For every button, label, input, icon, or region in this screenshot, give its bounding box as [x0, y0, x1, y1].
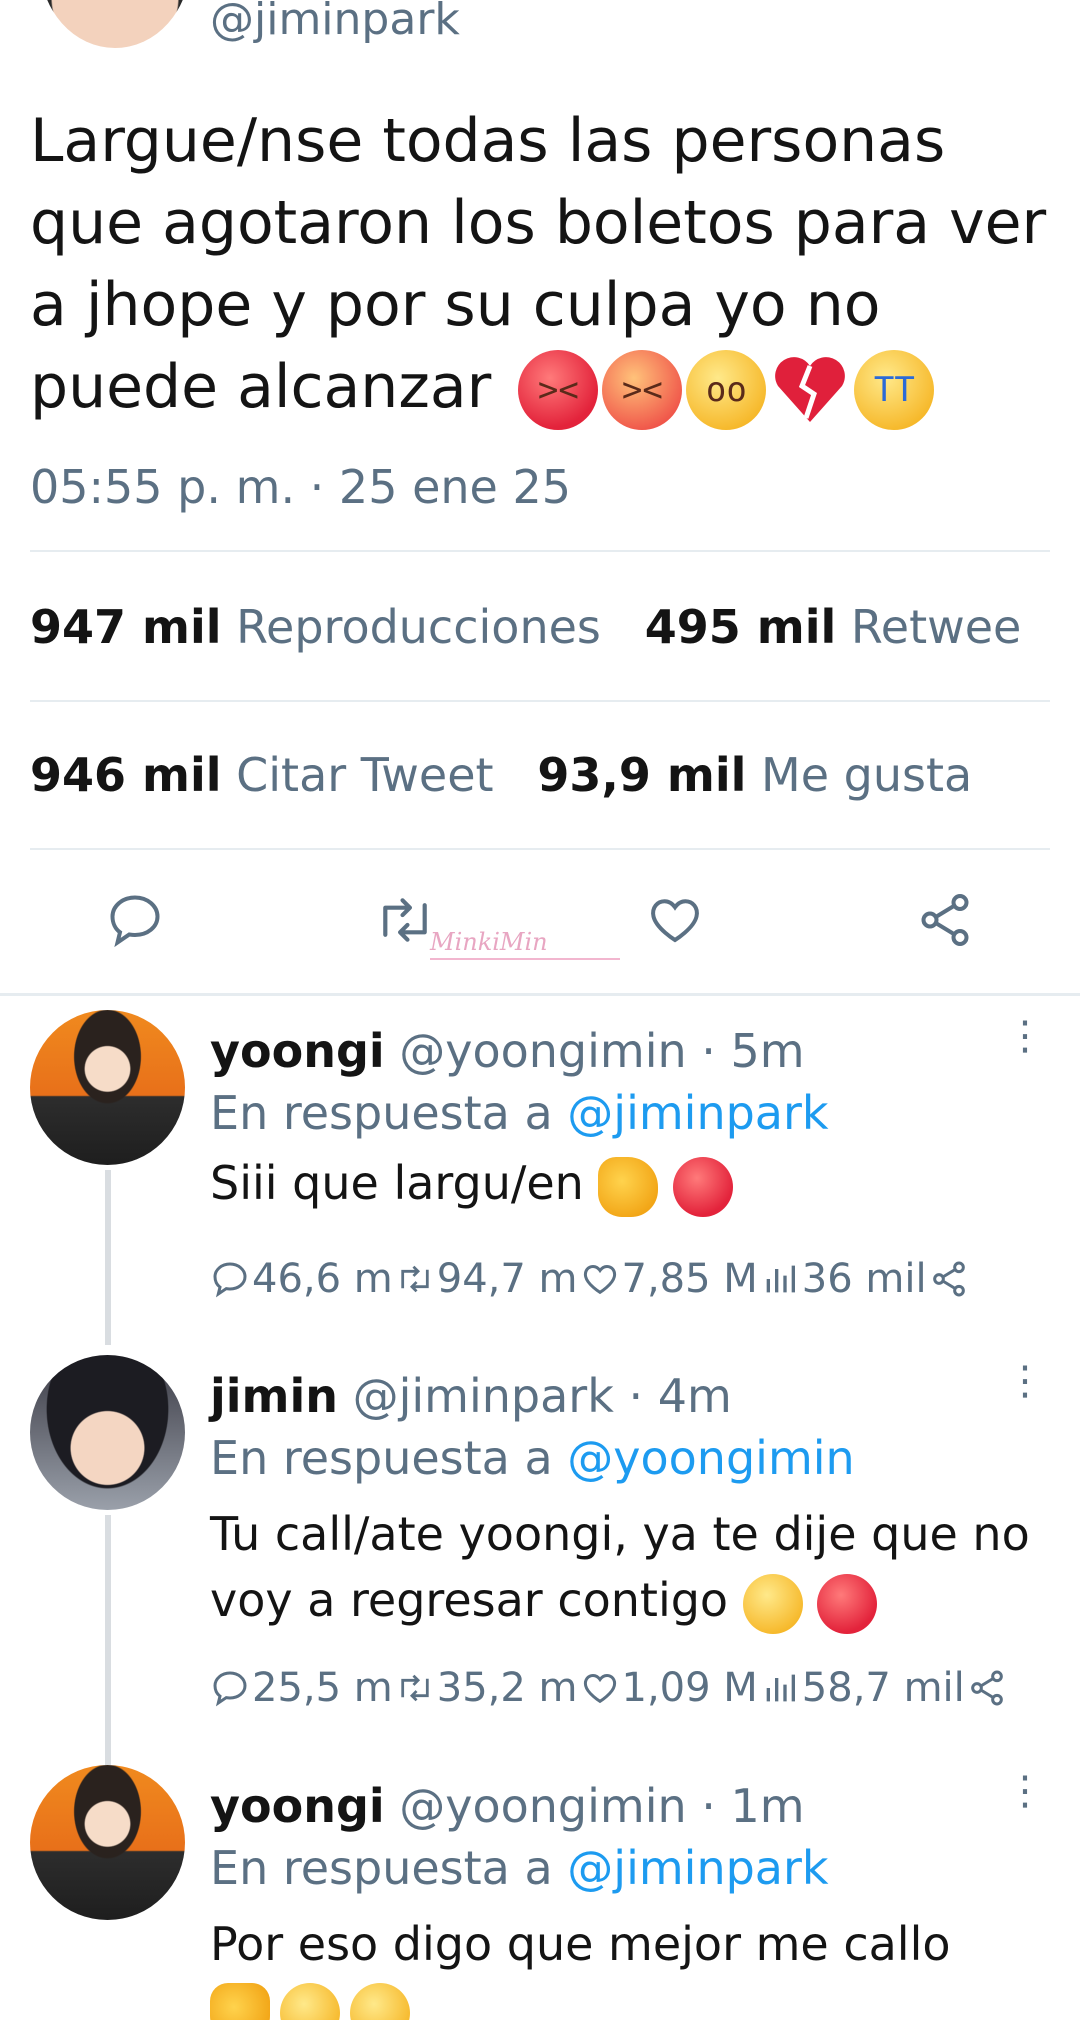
mention-link[interactable]: @jiminpark — [567, 1086, 828, 1140]
reply-header: yoongi @yoongimin · 1m — [210, 1779, 805, 1833]
unamused-face-emoji-icon — [742, 1573, 803, 1634]
share-icon[interactable] — [967, 1668, 1007, 1708]
share-icon[interactable] — [929, 1259, 969, 1299]
user-handle[interactable]: @yoongimin · 1m — [399, 1779, 804, 1833]
fist-emoji-icon — [598, 1156, 659, 1217]
reply-count: 25,5 m — [252, 1665, 393, 1711]
likes-label[interactable]: Me gusta — [761, 748, 972, 802]
tweet-body: Largue/nse todas las personas que agotar… — [30, 100, 1060, 431]
divider — [30, 848, 1050, 850]
like-button[interactable] — [635, 880, 715, 960]
retweet-count: 94,7 m — [436, 1256, 578, 1302]
reply-emojis — [210, 1983, 410, 2020]
view-count: 36 mil — [801, 1256, 927, 1302]
reply-header: jimin @jiminpark · 4m — [210, 1369, 732, 1423]
display-name[interactable]: yoongi — [210, 1779, 385, 1833]
display-name[interactable]: jimin — [210, 1369, 338, 1423]
heart-icon — [651, 899, 699, 943]
avatar[interactable] — [30, 1010, 185, 1165]
avatar[interactable] — [30, 1355, 185, 1510]
angry-face-emoji-icon: >< — [518, 350, 599, 431]
views-count: 947 mil — [30, 600, 222, 654]
retweets-count: 495 mil — [644, 600, 837, 654]
relieved-face-emoji-icon — [280, 1983, 340, 2020]
quotes-label[interactable]: Citar Tweet — [236, 748, 493, 802]
in-reply-prefix: En respuesta a — [210, 1086, 553, 1140]
views-bar-chart-icon[interactable] — [760, 1259, 800, 1299]
author-avatar[interactable] — [40, 0, 190, 48]
more-options-icon[interactable]: ⋮ — [1005, 1016, 1045, 1056]
divider — [30, 550, 1050, 552]
likes-count: 93,9 mil — [537, 748, 747, 802]
user-handle[interactable]: @yoongimin · 5m — [399, 1024, 804, 1078]
retweet-icon — [383, 898, 427, 942]
views-label[interactable]: Reproducciones — [236, 600, 601, 654]
like-count: 1,09 M — [621, 1665, 758, 1711]
views-bar-chart-icon[interactable] — [760, 1668, 800, 1708]
retweets-label[interactable]: Retwee — [851, 600, 1021, 654]
crying-face-emoji-icon: TT — [854, 350, 935, 431]
in-reply-prefix: En respuesta a — [210, 1841, 553, 1895]
in-reply-to: En respuesta a @jiminpark — [210, 1086, 829, 1140]
reply-body: Tu call/ate yoongi, ya te dije que no vo… — [210, 1501, 1050, 1634]
in-reply-to: En respuesta a @jiminpark — [210, 1841, 829, 1895]
heart-icon[interactable] — [580, 1259, 620, 1299]
comment-icon — [110, 895, 160, 948]
share-icon — [921, 894, 969, 946]
in-reply-prefix: En respuesta a — [210, 1431, 553, 1485]
heart-icon[interactable] — [580, 1668, 620, 1708]
retweet-count: 35,2 m — [436, 1665, 578, 1711]
zipper-mouth-face-emoji-icon — [350, 1983, 410, 2020]
divider — [30, 700, 1050, 702]
divider — [0, 993, 1080, 996]
retweet-icon[interactable] — [395, 1668, 435, 1708]
more-options-icon[interactable]: ⋮ — [1005, 1361, 1045, 1401]
reply-body: Por eso digo que mejor me callo — [210, 1911, 1050, 1977]
reply-text: Por eso digo que mejor me callo — [210, 1917, 951, 1971]
author-handle[interactable]: @jiminpark — [210, 0, 460, 45]
reply-text: Siii que largu/en — [210, 1156, 584, 1210]
like-count: 7,85 M — [621, 1256, 758, 1302]
retweet-icon[interactable] — [395, 1259, 435, 1299]
reply-stats: 25,5 m 35,2 m 1,09 M 58,7 mil — [210, 1665, 1007, 1711]
thread-connector — [105, 1170, 111, 1345]
angry-face-emoji-icon: >< — [602, 350, 683, 431]
reply-count: 46,6 m — [252, 1256, 393, 1302]
more-options-icon[interactable]: ⋮ — [1005, 1771, 1045, 1811]
pointing-up-emoji-icon — [210, 1983, 270, 2020]
share-button[interactable] — [905, 880, 985, 960]
stats-row-quotes-likes: 946 mil Citar Tweet 93,9 mil Me gusta — [30, 748, 972, 802]
reply-body: Siii que largu/en — [210, 1150, 1050, 1217]
user-handle[interactable]: @jiminpark · 4m — [353, 1369, 732, 1423]
reply-stats: 46,6 m 94,7 m 7,85 M 36 mil — [210, 1256, 969, 1302]
pleading-face-emoji-icon: oo — [686, 350, 767, 431]
display-name[interactable]: yoongi — [210, 1024, 385, 1078]
angry-face-emoji-icon — [817, 1573, 878, 1634]
reply-button[interactable] — [95, 880, 175, 960]
angry-face-emoji-icon — [673, 1156, 734, 1217]
mention-link[interactable]: @yoongimin — [567, 1431, 854, 1485]
view-count: 58,7 mil — [801, 1665, 965, 1711]
quotes-count: 946 mil — [30, 748, 222, 802]
tweet-emojis: >< >< oo TT — [518, 350, 935, 431]
tweet-timestamp: 05:55 p. m. · 25 ene 25 — [30, 460, 571, 514]
reply-text: Tu call/ate yoongi, ya te dije que no vo… — [210, 1507, 1030, 1627]
stats-row-views-retweets: 947 mil Reproducciones 495 mil Retwee — [30, 600, 1021, 654]
watermark-text: MinkiMin — [430, 928, 548, 956]
avatar[interactable] — [30, 1765, 185, 1920]
reply-header: yoongi @yoongimin · 5m — [210, 1024, 805, 1078]
mention-link[interactable]: @jiminpark — [567, 1841, 828, 1895]
watermark-underline — [430, 958, 620, 960]
broken-heart-emoji-icon — [775, 357, 846, 423]
comment-icon[interactable] — [210, 1668, 250, 1708]
comment-icon[interactable] — [210, 1259, 250, 1299]
in-reply-to: En respuesta a @yoongimin — [210, 1431, 855, 1485]
thread-connector — [105, 1515, 111, 1765]
